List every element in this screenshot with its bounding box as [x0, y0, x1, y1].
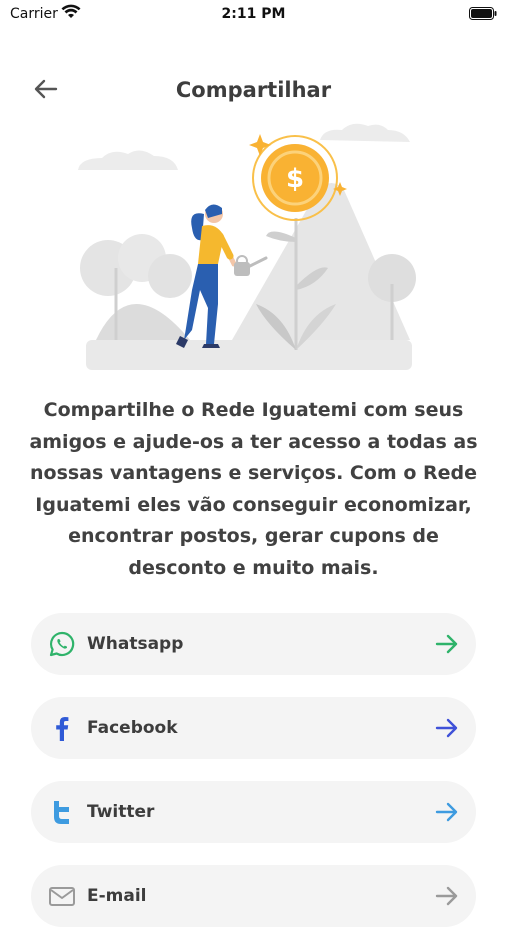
cloud-right-icon	[320, 123, 410, 142]
watering-can-icon	[234, 262, 250, 276]
arrow-right-icon	[435, 634, 458, 654]
cloud-left-icon	[78, 150, 178, 170]
arrow-right-icon	[435, 886, 458, 906]
share-email-label: E-mail	[87, 886, 147, 906]
page-title: Compartilhar	[175, 78, 332, 102]
email-icon	[49, 887, 75, 906]
ground-shape	[86, 340, 412, 370]
share-twitter-label: Twitter	[87, 802, 155, 822]
facebook-icon	[56, 717, 69, 741]
share-whatsapp-button[interactable]: Whatsapp	[31, 613, 476, 675]
arrow-right-icon	[435, 718, 458, 738]
arrow-right-icon	[435, 802, 458, 822]
share-twitter-button[interactable]: Twitter	[31, 781, 476, 843]
share-email-button[interactable]: E-mail	[31, 865, 476, 927]
share-facebook-label: Facebook	[87, 718, 178, 738]
bush-icon	[148, 254, 192, 298]
share-illustration: $	[78, 123, 416, 370]
twitter-icon	[54, 801, 69, 824]
battery-icon	[469, 7, 497, 20]
sparkle-icon	[249, 134, 271, 156]
hill-left-shape	[96, 304, 190, 340]
share-description: Compartilhe o Rede Iguatemi com seus ami…	[29, 399, 478, 579]
status-bar: Carrier 2:11 PM	[0, 0, 507, 30]
status-time: 2:11 PM	[221, 6, 286, 22]
share-whatsapp-label: Whatsapp	[87, 634, 184, 654]
share-facebook-button[interactable]: Facebook	[31, 697, 476, 759]
header: Compartilhar	[0, 70, 507, 110]
share-options-list: Whatsapp Facebook Twitter E-mail	[31, 613, 476, 949]
dollar-sign-icon: $	[286, 164, 304, 194]
whatsapp-icon	[49, 631, 75, 657]
